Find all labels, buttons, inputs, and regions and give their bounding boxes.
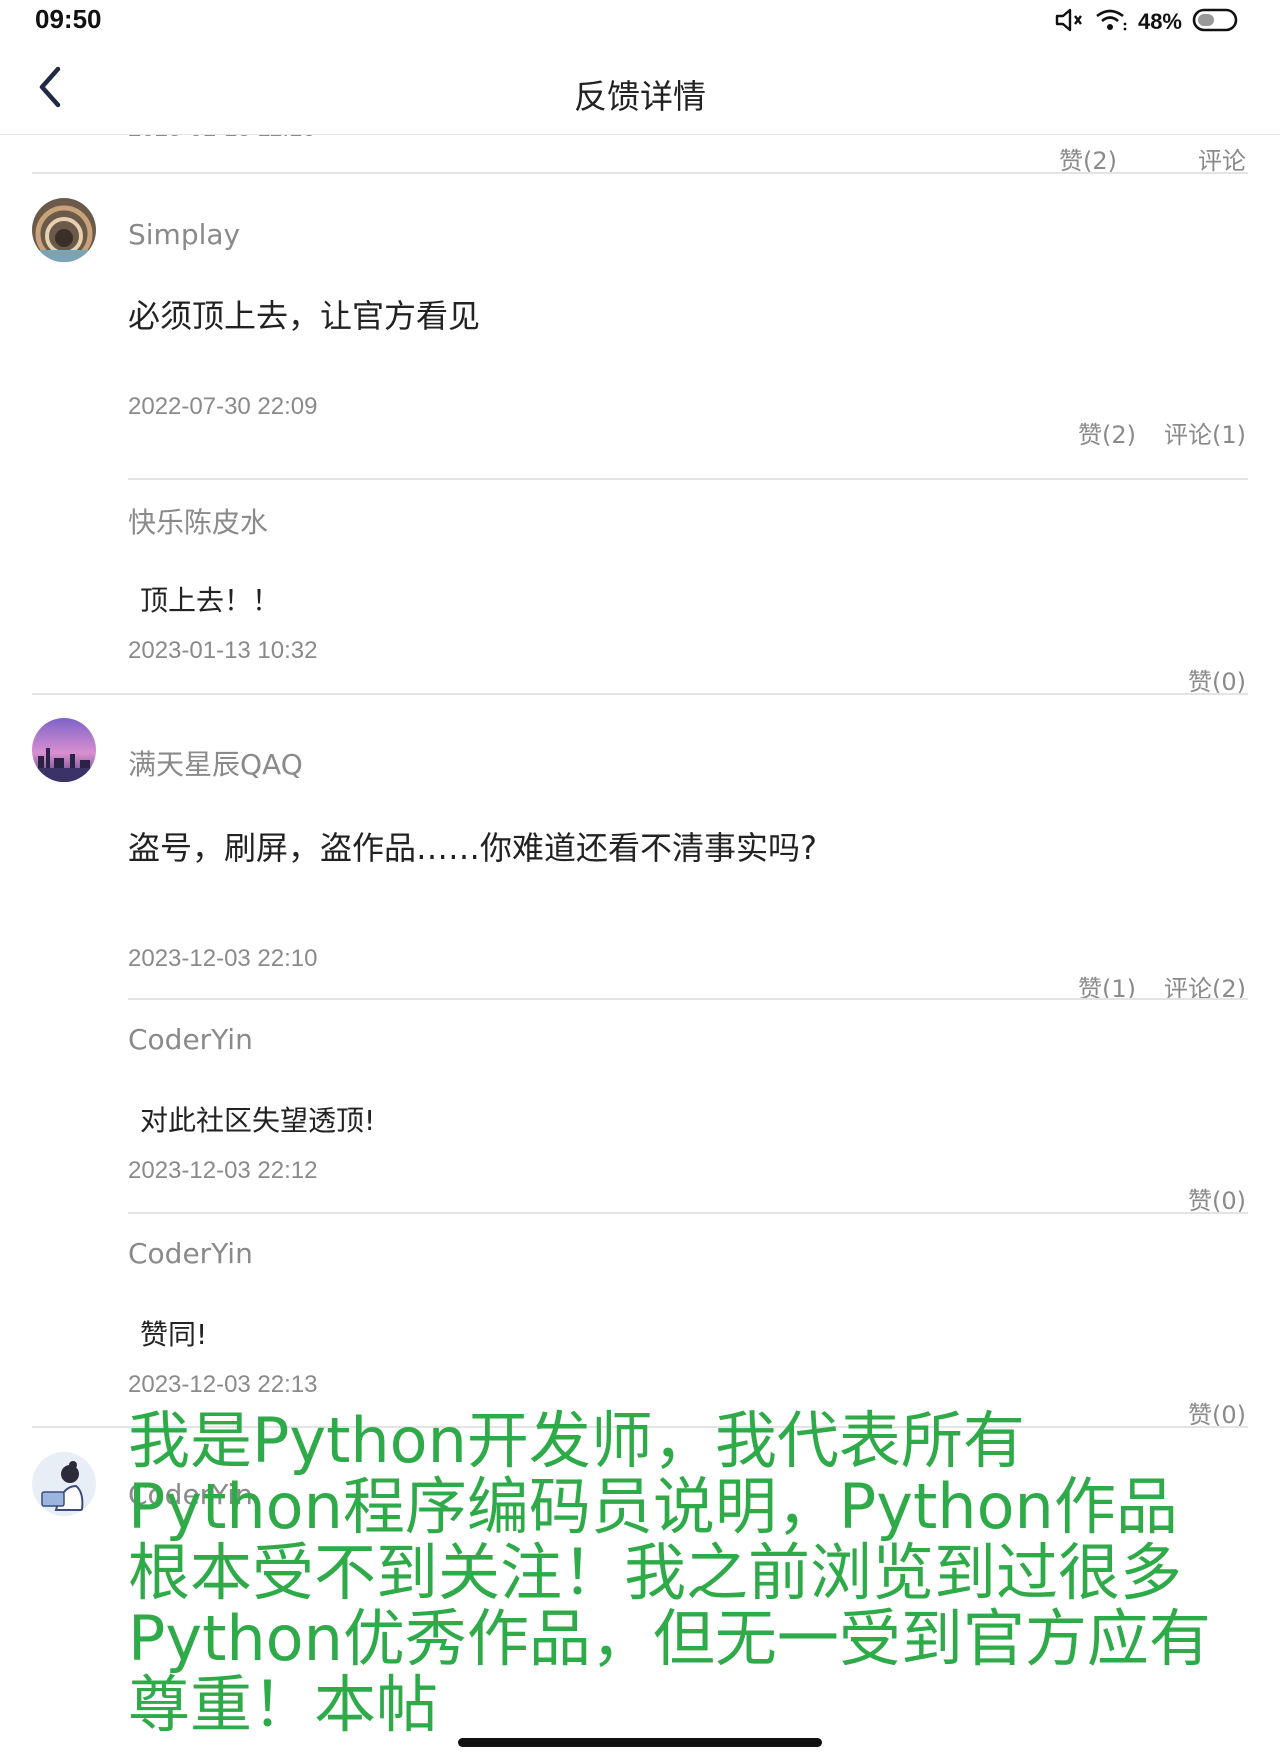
mute-icon bbox=[1054, 7, 1084, 37]
comment-date: 2023-01-13 11:10 bbox=[128, 135, 316, 143]
comment-date: 2023-12-03 22:10 bbox=[128, 945, 318, 972]
reply-author[interactable]: CoderYin bbox=[128, 1237, 253, 1270]
like-button[interactable]: 赞(2) bbox=[1059, 141, 1117, 176]
comment-content: 我是Python开发师，我代表所有Python程序编码员说明，Python作品根… bbox=[128, 1404, 1211, 1741]
reply-date: 2023-01-13 10:32 bbox=[128, 637, 318, 664]
avatar[interactable] bbox=[32, 1452, 96, 1516]
divider bbox=[32, 172, 1248, 174]
divider bbox=[128, 1212, 1248, 1214]
comment-author[interactable]: 满天星辰QAQ bbox=[128, 743, 303, 783]
battery-icon bbox=[1192, 7, 1240, 37]
avatar[interactable] bbox=[32, 718, 96, 782]
header: 反馈详情 bbox=[0, 44, 1280, 135]
reply-date: 2023-12-03 22:13 bbox=[128, 1371, 318, 1398]
divider bbox=[32, 693, 1248, 695]
home-indicator[interactable] bbox=[458, 1738, 822, 1747]
divider bbox=[128, 998, 1248, 1000]
status-icons: 48% bbox=[1054, 8, 1240, 36]
wifi-icon bbox=[1094, 7, 1128, 37]
battery-percent: 48% bbox=[1137, 9, 1182, 34]
comment-content: 必须顶上去，让官方看见 bbox=[128, 297, 481, 335]
like-button[interactable]: 赞(0) bbox=[1188, 1181, 1246, 1216]
page-title: 反馈详情 bbox=[574, 77, 706, 116]
reply-date: 2023-12-03 22:12 bbox=[128, 1157, 318, 1184]
like-button[interactable]: 赞(2) bbox=[1078, 415, 1136, 450]
comment-button[interactable]: 评论 bbox=[1198, 141, 1246, 176]
avatar[interactable] bbox=[32, 198, 96, 262]
comment-date: 2022-07-30 22:09 bbox=[128, 393, 318, 420]
reply-author[interactable]: 快乐陈皮水 bbox=[128, 501, 268, 541]
reply-author[interactable]: CoderYin bbox=[128, 1023, 253, 1056]
like-button[interactable]: 赞(0) bbox=[1188, 662, 1246, 697]
reply-content: 赞同! bbox=[140, 1318, 208, 1351]
divider bbox=[128, 478, 1248, 480]
comment-content: 盗号，刷屏，盗作品……你难道还看不清事实吗? bbox=[128, 829, 817, 867]
reply-content: 对此社区失望透顶! bbox=[140, 1104, 376, 1137]
reply-content: 顶上去！！ bbox=[140, 584, 281, 617]
comment-button[interactable]: 评论(1) bbox=[1164, 415, 1246, 450]
comment-author[interactable]: Simplay bbox=[128, 218, 240, 251]
status-time: 09:50 bbox=[35, 4, 102, 34]
status-bar: 09:50 48% bbox=[0, 0, 1280, 44]
